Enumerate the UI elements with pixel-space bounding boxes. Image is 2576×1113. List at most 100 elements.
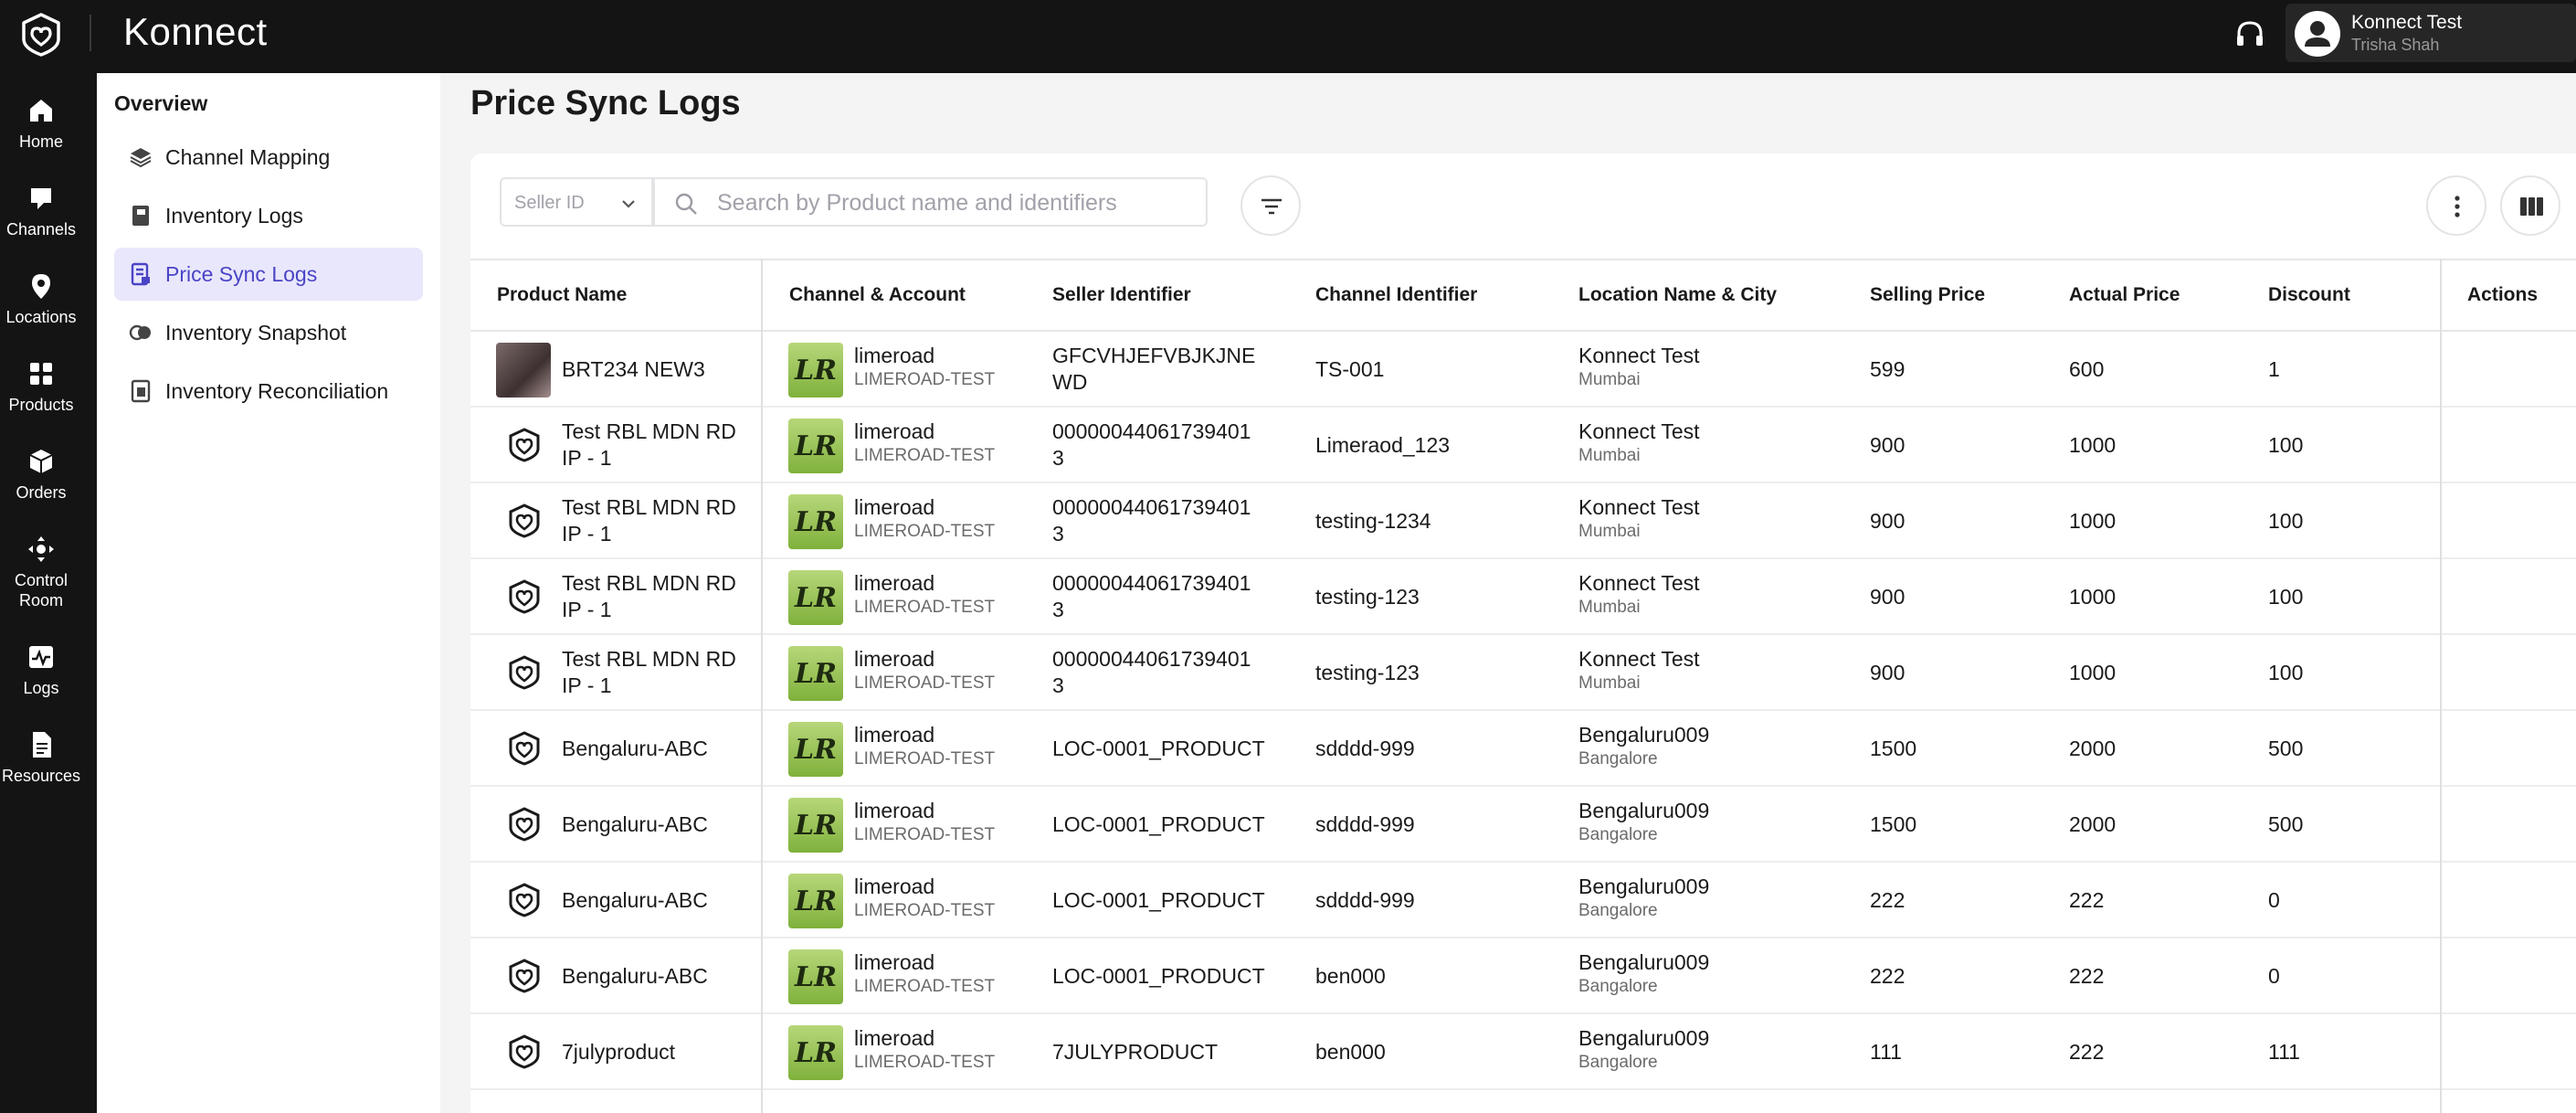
col-product-name[interactable]: Product Name	[497, 284, 627, 306]
rail-label-home: Home	[18, 132, 63, 151]
rail-item-home[interactable]: Home	[0, 95, 82, 152]
subnav-label: Price Sync Logs	[165, 262, 318, 286]
actual-price: 2000	[2069, 737, 2117, 760]
seller-identifier-line1: 00000044061739401	[1052, 647, 1251, 671]
rail-item-products[interactable]: Products	[0, 358, 82, 415]
rail-item-resources[interactable]: Resources	[0, 729, 82, 786]
channel-name: limeroad	[854, 950, 935, 974]
product-thumbnail	[496, 343, 551, 398]
discount: 111	[2268, 1040, 2300, 1064]
product-name[interactable]: Bengaluru-ABC	[562, 963, 708, 990]
filter-icon	[1262, 198, 1282, 215]
selling-price: 599	[1870, 357, 1906, 381]
table-row[interactable]: Bengaluru-ABC LR limeroad LIMEROAD-TEST LOC-…	[470, 863, 2576, 938]
product-name-line1: Test RBL MDN RD	[562, 495, 736, 519]
discount: 500	[2268, 737, 2304, 760]
product-name[interactable]: Bengaluru-ABC	[562, 736, 708, 762]
col-channel-account[interactable]: Channel & Account	[789, 284, 966, 306]
product-name[interactable]: Bengaluru-ABC	[562, 887, 708, 914]
rail-item-control-room[interactable]: Control Room	[0, 534, 82, 610]
seller-identifier-line1: 00000044061739401	[1052, 419, 1251, 443]
location: Konnect Test Mumbai	[1578, 343, 1700, 391]
seller-identifier-line2: 3	[1052, 522, 1064, 546]
channel-account: limeroad LIMEROAD-TEST	[854, 646, 995, 694]
location-city: Mumbai	[1578, 673, 1641, 693]
rail-item-orders[interactable]: Orders	[0, 446, 82, 503]
product-name-line2: IP - 1	[562, 446, 612, 470]
limeroad-logo-icon: LR	[788, 343, 843, 398]
location-name: Bengaluru009	[1578, 950, 1710, 974]
product-name[interactable]: 7julyproduct	[562, 1039, 675, 1065]
col-location[interactable]: Location Name & City	[1578, 284, 1777, 306]
channel-name: limeroad	[854, 419, 935, 443]
channel-name: limeroad	[854, 874, 935, 898]
konnect-logo-icon[interactable]	[18, 12, 64, 58]
user-menu[interactable]: Konnect Test Trisha Shah	[2286, 4, 2576, 62]
rail-item-locations[interactable]: Locations	[0, 270, 82, 327]
subnav-item-inventory-snapshot[interactable]: Inventory Snapshot	[114, 306, 423, 359]
columns-button[interactable]	[2500, 175, 2560, 236]
rail-label-orders: Orders	[16, 483, 67, 502]
limeroad-logo-icon: LR	[788, 419, 843, 473]
product-name[interactable]: Test RBL MDN RD IP - 1	[562, 419, 736, 472]
actual-price: 600	[2069, 357, 2105, 381]
more-options-button[interactable]	[2426, 175, 2486, 236]
seller-identifier-line2: 3	[1052, 598, 1064, 621]
subnav-item-channel-mapping[interactable]: Channel Mapping	[114, 131, 423, 184]
table-row[interactable]: 7julyproduct LR limeroad LIMEROAD-TEST 7JULY…	[470, 1014, 2576, 1090]
search-box[interactable]	[653, 177, 1208, 227]
rail-label-locations: Locations	[5, 308, 77, 326]
seller-id-placeholder: Seller ID	[514, 193, 585, 213]
table-row[interactable]: Bengaluru-ABC LR limeroad LIMEROAD-TEST LOC-…	[470, 711, 2576, 787]
seller-identifier-line1: LOC-0001_PRODUCT	[1052, 888, 1265, 912]
table-row[interactable]: Test RBL MDN RD IP - 1 LR limeroad LIMEROAD-…	[470, 483, 2576, 559]
rail-item-channels[interactable]: Channels	[0, 183, 82, 239]
product-name-line2: IP - 1	[562, 522, 612, 546]
product-name[interactable]: Test RBL MDN RD IP - 1	[562, 494, 736, 547]
location-name: Bengaluru009	[1578, 723, 1710, 747]
subnav-item-price-sync-logs[interactable]: Price Sync Logs	[114, 248, 423, 301]
table-row[interactable]: BRT234 NEW3 LR limeroad LIMEROAD-TEST GFCVHJ…	[470, 332, 2576, 408]
channel-identifier: ben000	[1315, 964, 1386, 988]
col-actual-price[interactable]: Actual Price	[2069, 284, 2180, 306]
rail-label-room: Room	[18, 591, 63, 610]
location-city: Mumbai	[1578, 598, 1641, 617]
channel-identifier: testing-123	[1315, 661, 1420, 684]
search-input[interactable]	[717, 188, 1192, 217]
resources-icon	[33, 732, 51, 758]
table-row[interactable]: Test RBL MDN RD IP - 1 LR limeroad LIMEROAD-…	[470, 408, 2576, 483]
col-discount[interactable]: Discount	[2268, 284, 2350, 306]
account-name: LIMEROAD-TEST	[854, 977, 996, 996]
product-name[interactable]: Bengaluru-ABC	[562, 811, 708, 838]
subnav-item-inventory-logs[interactable]: Inventory Logs	[114, 189, 423, 242]
filter-button[interactable]	[1240, 175, 1301, 236]
product-name[interactable]: BRT234 NEW3	[562, 356, 705, 383]
col-selling-price[interactable]: Selling Price	[1870, 284, 1985, 306]
brand-divider	[90, 15, 91, 51]
left-rail-nav: Home Channels Locations Products Orders …	[0, 73, 97, 1113]
table-row[interactable]: Bengaluru-ABC LR limeroad LIMEROAD-TEST LOC-…	[470, 787, 2576, 863]
headset-support-icon[interactable]	[2232, 16, 2268, 53]
seller-identifier: LOC-0001_PRODUCT	[1052, 811, 1265, 838]
account-name: LIMEROAD-TEST	[854, 598, 996, 617]
table-row[interactable]: Bengaluru-ABC LR limeroad LIMEROAD-TEST LOC-…	[470, 938, 2576, 1014]
discount: 100	[2268, 585, 2304, 609]
seller-id-select[interactable]: Seller ID	[500, 177, 653, 227]
location-name: Konnect Test	[1578, 344, 1700, 367]
product-name-line1: Bengaluru-ABC	[562, 964, 708, 988]
table-row[interactable]: Test RBL MDN RD IP - 1 LR limeroad LIMEROAD-…	[470, 635, 2576, 711]
discount: 1	[2268, 357, 2280, 381]
seller-identifier: LOC-0001_PRODUCT	[1052, 736, 1265, 762]
product-name[interactable]: Test RBL MDN RD IP - 1	[562, 646, 736, 699]
orders-box-icon	[29, 450, 53, 473]
selling-price: 900	[1870, 661, 1906, 684]
limeroad-logo-icon: LR	[788, 949, 843, 1004]
subnav-item-inventory-reconciliation[interactable]: Inventory Reconciliation	[114, 365, 423, 418]
col-channel-identifier[interactable]: Channel Identifier	[1315, 284, 1477, 306]
rail-item-logs[interactable]: Logs	[0, 641, 82, 698]
channel-name: limeroad	[854, 723, 935, 747]
table-row[interactable]: Test RBL MDN RD IP - 1 LR limeroad LIMEROAD-…	[470, 559, 2576, 635]
product-name[interactable]: Test RBL MDN RD IP - 1	[562, 570, 736, 623]
col-seller-identifier[interactable]: Seller Identifier	[1052, 284, 1191, 306]
account-name: LIMEROAD-TEST	[854, 522, 996, 541]
